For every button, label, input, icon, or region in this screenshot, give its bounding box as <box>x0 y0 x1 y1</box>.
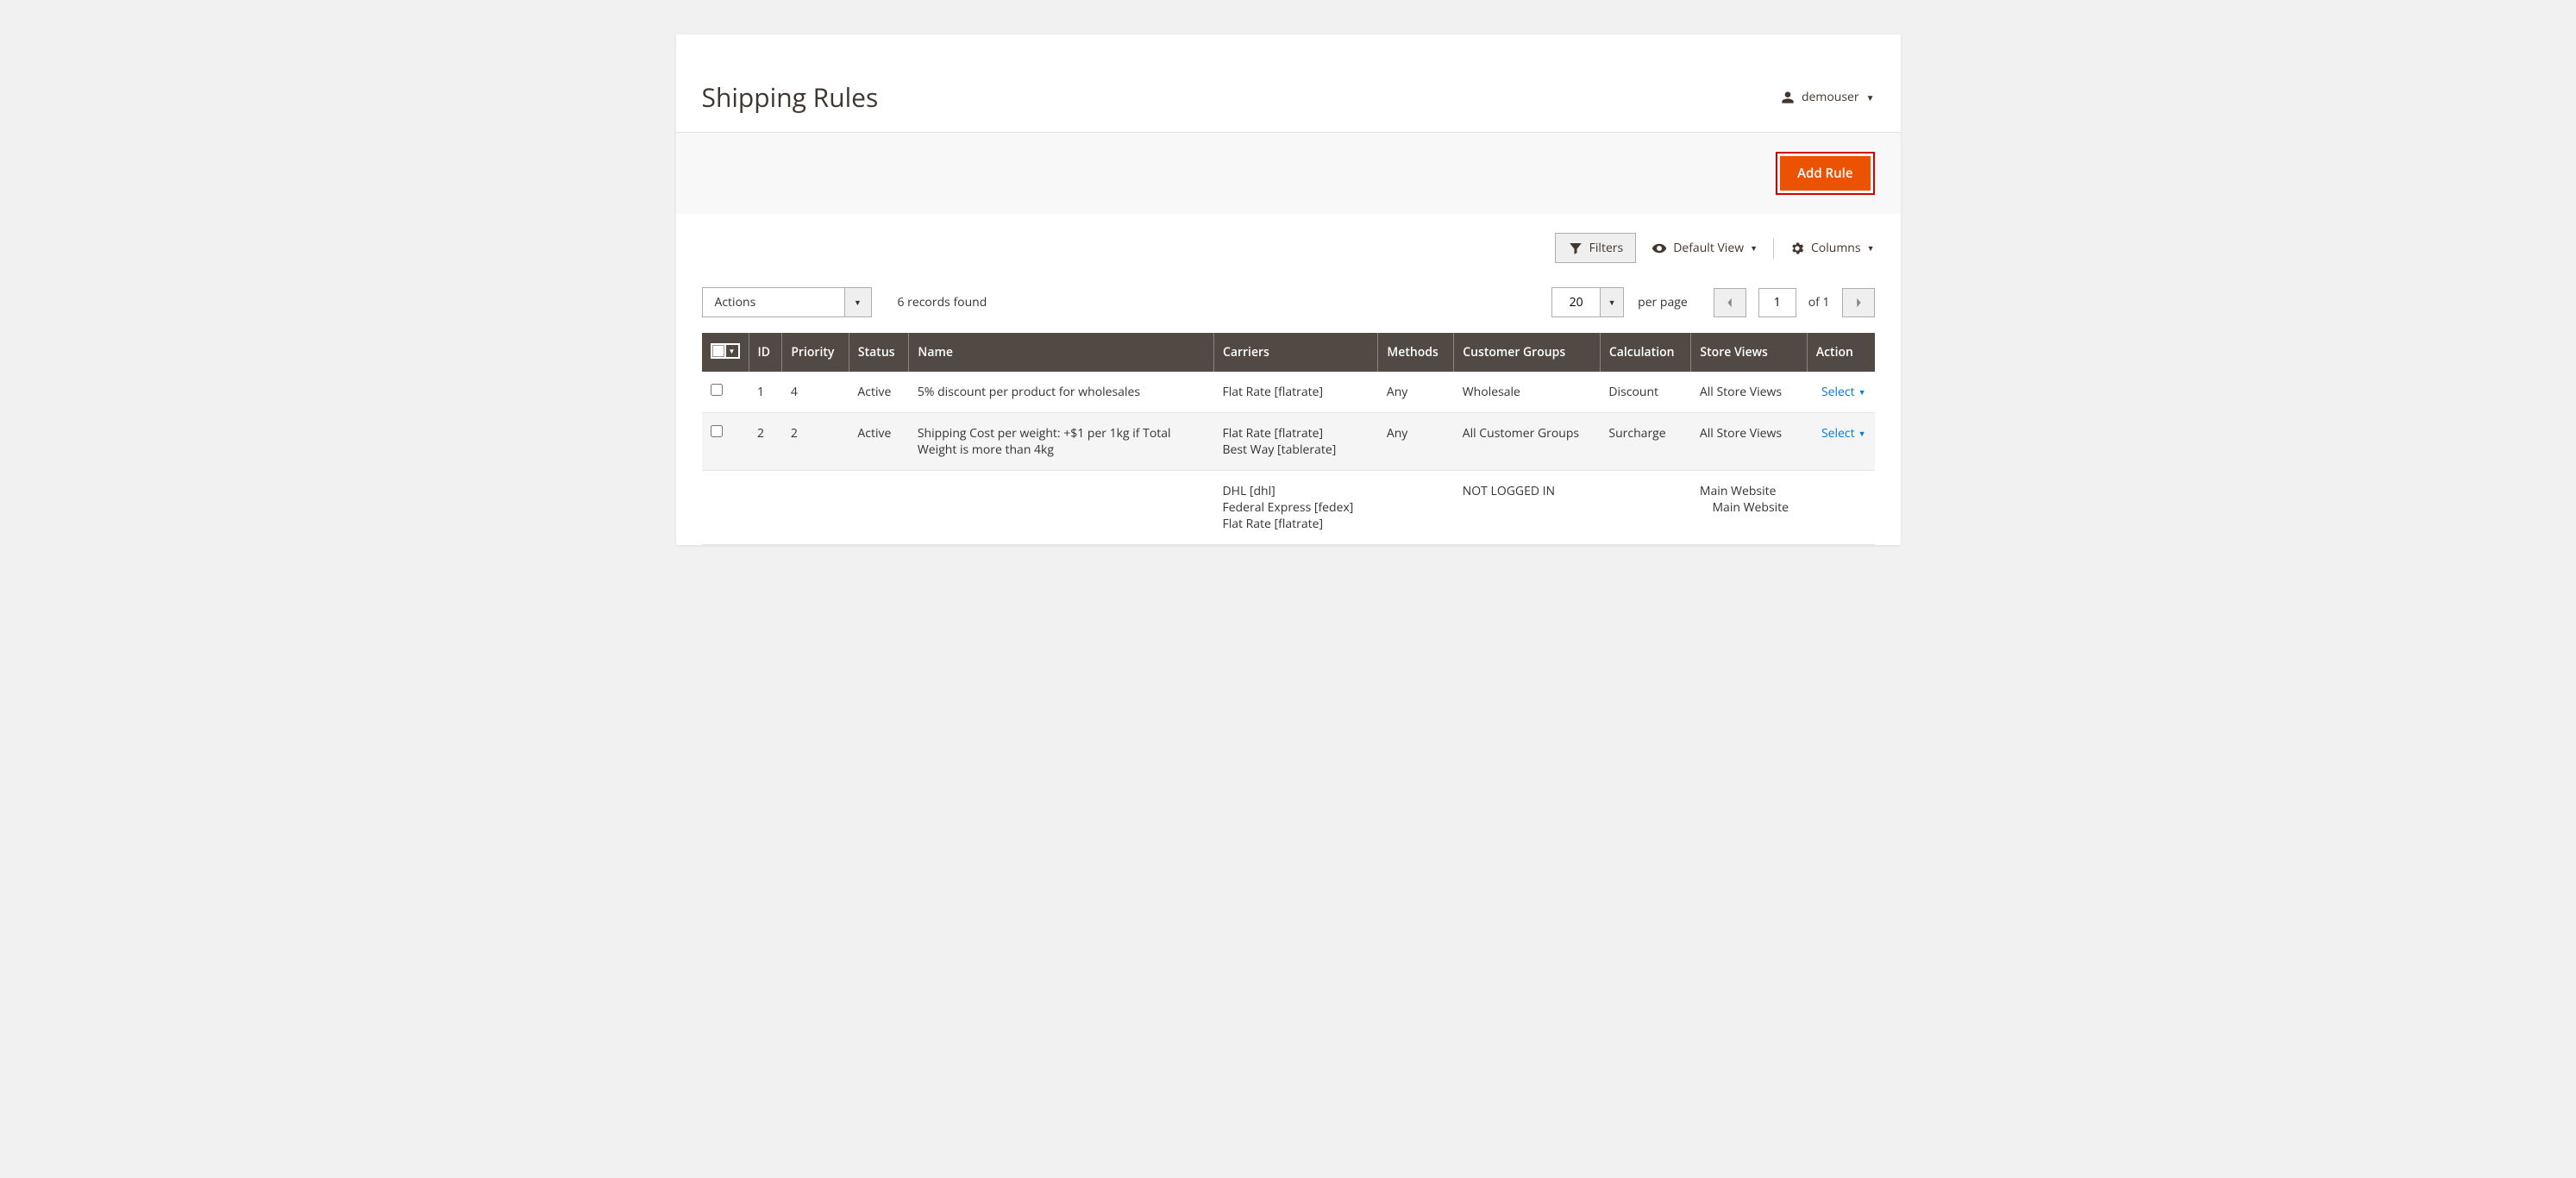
records-found: 6 records found <box>898 294 987 310</box>
controls-right: ▼ per page of 1 <box>1551 287 1874 317</box>
row-checkbox[interactable] <box>711 425 723 437</box>
cell-id: 2 <box>749 413 782 471</box>
user-icon <box>1781 91 1795 104</box>
select-all-toggle[interactable]: ▼ <box>726 345 738 357</box>
caret-down-icon: ▼ <box>1608 297 1616 308</box>
caret-down-icon: ▼ <box>854 297 862 308</box>
col-id[interactable]: ID <box>749 333 782 372</box>
filters-label: Filters <box>1589 240 1624 256</box>
table-row[interactable]: DHL [dhl] Federal Express [fedex] Flat R… <box>702 471 1875 545</box>
caret-down-icon: ▼ <box>1867 242 1875 254</box>
per-page-label: per page <box>1638 294 1688 310</box>
chevron-left-icon <box>1726 297 1734 309</box>
cell-priority: 4 <box>782 372 849 413</box>
col-priority[interactable]: Priority <box>782 333 849 372</box>
filters-button[interactable]: Filters <box>1555 233 1637 263</box>
cell-carriers: Flat Rate [flatrate] <box>1213 372 1377 413</box>
cell-priority: 2 <box>782 413 849 471</box>
cell-id: 1 <box>749 372 782 413</box>
col-checkbox[interactable]: ▼ <box>702 333 749 372</box>
columns-label: Columns <box>1811 240 1861 256</box>
of-pages: of 1 <box>1808 294 1830 310</box>
action-bar: Add Rule <box>676 132 1901 214</box>
chevron-right-icon <box>1854 297 1863 309</box>
page-header: Shipping Rules demouser ▼ <box>676 34 1901 132</box>
col-calculation[interactable]: Calculation <box>1600 333 1691 372</box>
caret-down-icon: ▼ <box>1858 386 1866 398</box>
grid-toolbar: Filters Default View ▼ Columns ▼ <box>676 214 1901 270</box>
cell-status: Active <box>849 413 908 471</box>
cell-store-views: All Store Views <box>1691 413 1807 471</box>
per-page-toggle[interactable]: ▼ <box>1600 287 1624 317</box>
select-all-checkbox[interactable] <box>712 345 724 357</box>
cell-calculation <box>1600 471 1691 545</box>
page-input[interactable] <box>1758 288 1796 317</box>
rules-grid: ▼ ID Priority Status Name Carriers Metho… <box>702 333 1875 545</box>
caret-down-icon: ▼ <box>1866 91 1875 103</box>
cell-customer-groups: NOT LOGGED IN <box>1454 471 1601 545</box>
row-checkbox[interactable] <box>711 384 723 396</box>
cell-name: 5% discount per product for wholesales <box>909 372 1214 413</box>
grid-controls: Actions ▼ 6 records found ▼ per page of … <box>676 270 1901 333</box>
cell-store-views: Main Website Main Website <box>1691 471 1807 545</box>
cell-customer-groups: All Customer Groups <box>1454 413 1601 471</box>
user-menu[interactable]: demouser ▼ <box>1781 89 1875 105</box>
actions-label: Actions <box>702 287 844 317</box>
cell-status <box>849 471 908 545</box>
row-action-select[interactable]: Select ▼ <box>1815 425 1865 442</box>
eye-icon <box>1652 241 1667 256</box>
cell-calculation: Discount <box>1600 372 1691 413</box>
cell-methods <box>1378 471 1454 545</box>
col-carriers[interactable]: Carriers <box>1213 333 1377 372</box>
cell-name: Shipping Cost per weight: +$1 per 1kg if… <box>909 413 1214 471</box>
cell-methods: Any <box>1378 372 1454 413</box>
rules-table: ▼ ID Priority Status Name Carriers Metho… <box>702 333 1875 545</box>
cell-priority <box>782 471 849 545</box>
add-rule-button[interactable]: Add Rule <box>1780 156 1870 191</box>
row-action-select[interactable]: Select ▼ <box>1815 384 1865 400</box>
mass-actions-dropdown[interactable]: Actions ▼ <box>702 287 872 317</box>
cell-customer-groups: Wholesale <box>1454 372 1601 413</box>
col-action[interactable]: Action <box>1807 333 1874 372</box>
controls-left: Actions ▼ 6 records found <box>702 287 987 317</box>
cell-carriers: DHL [dhl] Federal Express [fedex] Flat R… <box>1213 471 1377 545</box>
col-methods[interactable]: Methods <box>1378 333 1454 372</box>
table-row[interactable]: 2 2 Active Shipping Cost per weight: +$1… <box>702 413 1875 471</box>
cell-methods: Any <box>1378 413 1454 471</box>
gear-icon <box>1789 241 1805 256</box>
divider <box>1773 238 1774 259</box>
cell-calculation: Surcharge <box>1600 413 1691 471</box>
add-rule-highlight: Add Rule <box>1776 152 1874 195</box>
funnel-icon <box>1568 241 1583 256</box>
columns-dropdown[interactable]: Columns ▼ <box>1789 240 1875 256</box>
col-customer-groups[interactable]: Customer Groups <box>1454 333 1601 372</box>
page-title: Shipping Rules <box>702 79 879 115</box>
prev-page-button[interactable] <box>1714 288 1746 317</box>
next-page-button[interactable] <box>1842 288 1875 317</box>
col-status[interactable]: Status <box>849 333 908 372</box>
cell-name <box>909 471 1214 545</box>
admin-panel: Shipping Rules demouser ▼ Add Rule Filte… <box>676 34 1901 545</box>
caret-down-icon: ▼ <box>1858 428 1866 439</box>
per-page-selector[interactable]: ▼ <box>1551 287 1624 317</box>
actions-toggle[interactable]: ▼ <box>844 287 872 317</box>
per-page-input[interactable] <box>1551 287 1600 317</box>
default-view-dropdown[interactable]: Default View ▼ <box>1652 240 1758 256</box>
col-store-views[interactable]: Store Views <box>1691 333 1807 372</box>
table-header-row: ▼ ID Priority Status Name Carriers Metho… <box>702 333 1875 372</box>
col-name[interactable]: Name <box>909 333 1214 372</box>
cell-status: Active <box>849 372 908 413</box>
default-view-label: Default View <box>1673 240 1744 256</box>
cell-id <box>749 471 782 545</box>
table-row[interactable]: 1 4 Active 5% discount per product for w… <box>702 372 1875 413</box>
cell-store-views: All Store Views <box>1691 372 1807 413</box>
caret-down-icon: ▼ <box>1750 242 1758 254</box>
table-body: 1 4 Active 5% discount per product for w… <box>702 372 1875 545</box>
cell-carriers: Flat Rate [flatrate] Best Way [tablerate… <box>1213 413 1377 471</box>
user-name: demouser <box>1802 89 1859 105</box>
